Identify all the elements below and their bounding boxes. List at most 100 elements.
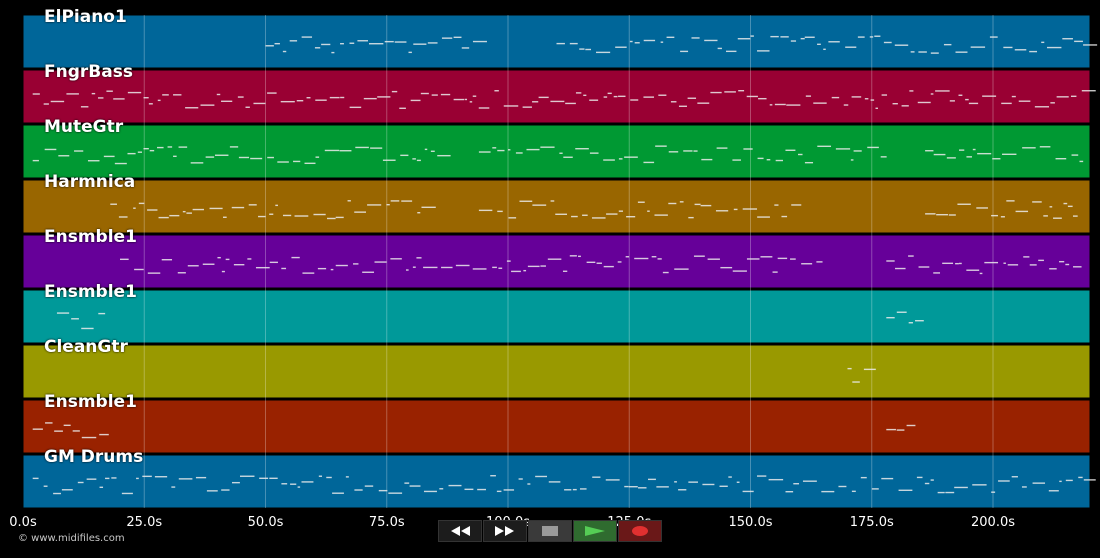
note bbox=[1041, 41, 1045, 44]
note bbox=[958, 262, 962, 265]
note bbox=[275, 204, 278, 207]
track-label: GM Drums bbox=[44, 447, 144, 467]
note bbox=[634, 42, 640, 44]
track-lane bbox=[22, 14, 1091, 69]
note bbox=[58, 155, 70, 157]
note bbox=[966, 156, 972, 158]
note bbox=[149, 149, 155, 152]
note bbox=[330, 268, 334, 271]
note bbox=[733, 208, 738, 211]
note bbox=[498, 267, 503, 269]
note bbox=[607, 92, 612, 95]
note bbox=[613, 95, 618, 98]
note bbox=[405, 269, 409, 271]
note bbox=[1002, 153, 1017, 156]
note bbox=[657, 258, 662, 260]
note bbox=[412, 266, 416, 268]
note bbox=[1034, 106, 1050, 108]
track-label: Harmnica bbox=[44, 172, 136, 192]
note bbox=[1071, 154, 1079, 156]
note bbox=[954, 486, 968, 489]
piano-roll-view[interactable]: ElPiano1 FngrBass MuteGtr Harmnica Ensmble1 E… bbox=[0, 0, 1100, 554]
note bbox=[575, 92, 582, 94]
note bbox=[945, 491, 955, 494]
note bbox=[823, 48, 826, 51]
note bbox=[625, 256, 630, 258]
note bbox=[127, 152, 136, 155]
note bbox=[32, 93, 40, 95]
note bbox=[805, 95, 812, 97]
note bbox=[668, 151, 679, 153]
note bbox=[291, 256, 300, 259]
note bbox=[831, 96, 840, 99]
note bbox=[313, 213, 326, 216]
note bbox=[564, 489, 572, 491]
note bbox=[497, 149, 505, 152]
note bbox=[758, 97, 767, 100]
note bbox=[628, 486, 638, 488]
note bbox=[506, 260, 511, 262]
note bbox=[654, 214, 668, 216]
note bbox=[785, 149, 796, 151]
note bbox=[777, 257, 788, 260]
rewind-button[interactable] bbox=[438, 520, 482, 542]
note bbox=[169, 214, 180, 217]
note bbox=[909, 90, 914, 92]
note bbox=[54, 430, 63, 432]
note bbox=[959, 149, 965, 151]
track-label: ElPiano1 bbox=[44, 7, 127, 27]
note bbox=[185, 107, 199, 109]
note bbox=[335, 216, 344, 219]
note bbox=[930, 479, 934, 481]
play-button[interactable] bbox=[573, 520, 617, 542]
track-label: FngrBass bbox=[44, 62, 133, 82]
record-button[interactable] bbox=[618, 520, 662, 542]
note bbox=[746, 258, 760, 260]
note bbox=[527, 265, 540, 268]
note bbox=[461, 47, 470, 49]
note bbox=[81, 436, 97, 439]
note bbox=[933, 153, 946, 156]
note bbox=[250, 157, 263, 160]
note bbox=[327, 217, 336, 220]
note bbox=[719, 485, 728, 487]
note bbox=[1081, 90, 1096, 92]
piano-roll-canvas[interactable] bbox=[0, 0, 1100, 554]
note bbox=[702, 483, 715, 486]
note bbox=[71, 318, 79, 320]
note bbox=[523, 269, 527, 272]
note bbox=[555, 213, 568, 215]
note bbox=[583, 94, 587, 97]
note bbox=[688, 481, 698, 483]
note bbox=[1059, 480, 1062, 483]
note bbox=[114, 162, 127, 165]
note bbox=[634, 257, 649, 260]
note bbox=[563, 156, 573, 158]
note bbox=[492, 266, 497, 269]
note bbox=[238, 156, 250, 159]
note bbox=[572, 488, 577, 491]
note bbox=[732, 270, 747, 272]
note bbox=[768, 478, 784, 481]
note bbox=[331, 51, 335, 54]
note bbox=[1011, 476, 1018, 478]
note bbox=[80, 106, 89, 108]
note bbox=[86, 478, 97, 480]
note bbox=[937, 491, 945, 494]
note bbox=[464, 488, 474, 491]
note bbox=[267, 92, 277, 94]
note bbox=[44, 148, 57, 151]
fast-forward-button[interactable] bbox=[483, 520, 527, 542]
note bbox=[838, 485, 847, 488]
note bbox=[1038, 259, 1044, 262]
note bbox=[32, 159, 39, 162]
note bbox=[391, 90, 398, 93]
note bbox=[136, 477, 139, 480]
note bbox=[936, 213, 948, 216]
note bbox=[154, 476, 168, 478]
note bbox=[413, 43, 427, 45]
note bbox=[1070, 95, 1077, 98]
note bbox=[340, 96, 345, 99]
note bbox=[390, 258, 402, 260]
stop-button[interactable] bbox=[528, 520, 572, 542]
